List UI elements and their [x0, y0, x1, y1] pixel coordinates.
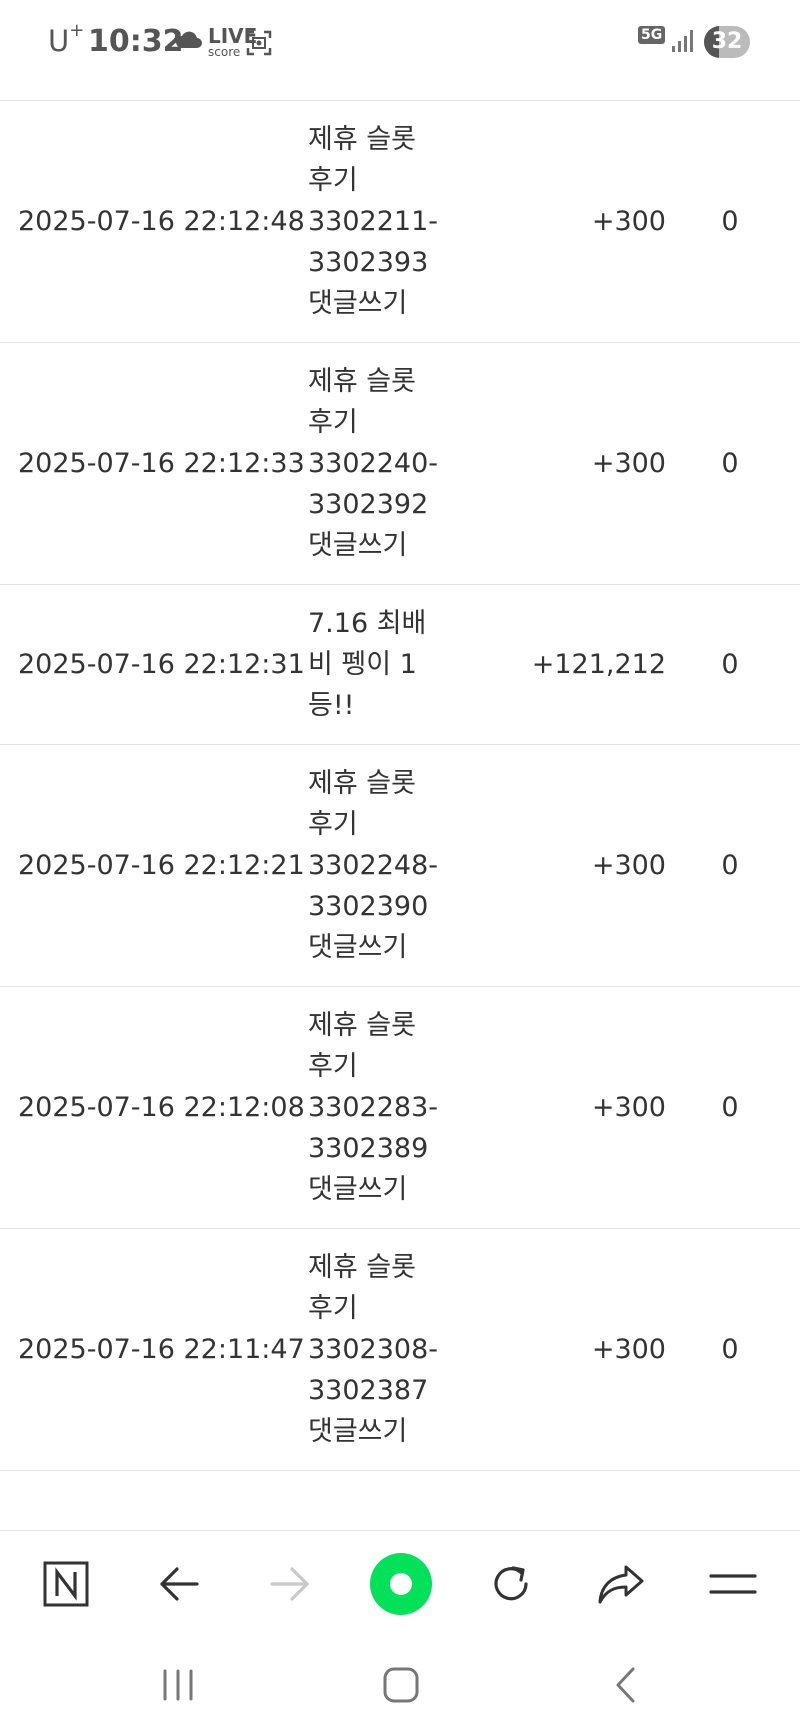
history-description-line: 3302393 [308, 247, 429, 278]
history-description-line: 후기 [308, 407, 358, 438]
history-row: 7.16 최배비 펭이 1 등!! 2025-07-16 22:12:31 +121,… [0, 585, 800, 745]
system-back-button[interactable] [586, 1650, 666, 1720]
recent-apps-icon [163, 1669, 193, 1701]
history-description-line: 3302248- [308, 850, 438, 881]
naver-home-button[interactable] [31, 1549, 101, 1619]
system-navigation-bar [0, 1638, 800, 1734]
history-description-line: 제휴 슬롯 [308, 366, 416, 397]
status-time: 10:32 [88, 24, 184, 59]
history-row: 제휴 슬롯후기 3302248- 3302390 댓글쓰기 2025-07-16 22:… [0, 745, 800, 987]
share-icon [598, 1565, 644, 1604]
history-description-line: 후기 [308, 809, 358, 840]
back-arrow-icon [160, 1567, 199, 1601]
history-description-line: 제휴 슬롯 [308, 1010, 416, 1041]
history-amount: +300 [591, 1334, 666, 1365]
home-icon [383, 1667, 419, 1703]
share-button[interactable] [586, 1549, 656, 1619]
history-date: 2025-07-16 22:12:31 [18, 649, 305, 680]
history-description: 제휴 슬롯후기 3302283- 3302389 댓글쓰기 [308, 987, 438, 1228]
back-icon [616, 1667, 635, 1703]
menu-button[interactable] [698, 1549, 768, 1619]
history-amount: +300 [591, 206, 666, 237]
history-description: 제휴 슬롯후기 3302240- 3302392 댓글쓰기 [308, 343, 438, 584]
history-description-line: 후기 [308, 165, 358, 196]
history-description: 7.16 최배비 펭이 1 등!! [308, 585, 438, 744]
history-description: 제휴 슬롯후기 3302211- 3302393 댓글쓰기 [308, 101, 438, 342]
history-description-line: 3302389 [308, 1133, 429, 1164]
history-balance: 0 [721, 649, 739, 680]
menu-icon [709, 1574, 757, 1594]
signal-icon [672, 30, 693, 52]
cloud-icon [176, 31, 202, 48]
history-description-line: 댓글쓰기 [308, 530, 408, 561]
forward-arrow-icon [270, 1567, 309, 1601]
history-amount: +121,212 [531, 649, 666, 680]
history-description-line: 3302211- [308, 206, 438, 237]
history-balance: 0 [721, 206, 739, 237]
screenshot-icon [246, 30, 272, 56]
recent-apps-button[interactable] [138, 1650, 218, 1720]
history-description-line: 댓글쓰기 [308, 1416, 408, 1447]
history-amount: +300 [591, 1092, 666, 1123]
history-description-line: 3302283- [308, 1092, 438, 1123]
home-button[interactable] [361, 1650, 441, 1720]
history-description-line: 댓글쓰기 [308, 288, 408, 319]
history-description: 제휴 슬롯후기 3302308- 3302387 댓글쓰기 [308, 1229, 438, 1470]
carrier-label: U+ [48, 20, 85, 58]
battery-level: 32 [711, 29, 743, 54]
naver-home-icon [43, 1561, 89, 1607]
reload-button[interactable] [476, 1549, 546, 1619]
history-date: 2025-07-16 22:12:48 [18, 206, 305, 237]
history-balance: 0 [721, 1092, 739, 1123]
history-row: 제휴 슬롯후기 3302240- 3302392 댓글쓰기 2025-07-16 22:… [0, 343, 800, 585]
history-row: 제휴 슬롯후기 3302308- 3302387 댓글쓰기 2025-07-16 22:… [0, 1229, 800, 1471]
history-description-line: 제휴 슬롯 [308, 768, 416, 799]
history-description-line: 후기 [308, 1051, 358, 1082]
history-balance: 0 [721, 1334, 739, 1365]
point-history-list: 제휴 슬롯후기3302186-3302395댓글쓰기2025-07-16 22:… [0, 0, 800, 1530]
history-date: 2025-07-16 22:12:08 [18, 1092, 305, 1123]
history-description-line: 후기 [308, 1293, 358, 1324]
history-description-line: 3302240- [308, 448, 438, 479]
history-description-line: 제휴 슬롯 [308, 124, 416, 155]
history-description-line: 등!! [308, 690, 355, 721]
history-description-line: 7.16 최배 [308, 608, 427, 639]
history-description-line: 3302387 [308, 1375, 429, 1406]
history-description-line: 3302390 [308, 891, 429, 922]
green-dot-button[interactable] [366, 1549, 436, 1619]
history-date: 2025-07-16 22:12:21 [18, 850, 305, 881]
history-rows: 제휴 슬롯후기3302186-3302395댓글쓰기2025-07-16 22:… [0, 0, 800, 1471]
history-balance: 0 [721, 850, 739, 881]
back-button[interactable] [144, 1549, 214, 1619]
battery-icon: 32 [704, 26, 750, 58]
history-row: 제휴 슬롯후기 3302283- 3302389 댓글쓰기 2025-07-16 22:… [0, 987, 800, 1229]
history-description-line: 제휴 슬롯 [308, 1252, 416, 1283]
history-description-line: 3302308- [308, 1334, 438, 1365]
reload-icon [494, 1566, 528, 1601]
network-type-badge: 5G [638, 26, 666, 44]
history-description: 제휴 슬롯후기 3302248- 3302390 댓글쓰기 [308, 745, 438, 986]
green-dot-icon [370, 1553, 432, 1615]
history-description-line: 비 펭이 1 [308, 649, 417, 680]
browser-toolbar [0, 1530, 800, 1638]
history-balance: 0 [721, 448, 739, 479]
history-date: 2025-07-16 22:11:47 [18, 1334, 305, 1365]
history-description-line: 3302392 [308, 489, 429, 520]
history-row: 제휴 슬롯후기 3302211- 3302393 댓글쓰기 2025-07-16 22:… [0, 101, 800, 343]
history-date: 2025-07-16 22:12:33 [18, 448, 305, 479]
history-description-line: 댓글쓰기 [308, 1174, 408, 1205]
status-bar: U+ 10:32 LIVE score 5G 32 [0, 0, 800, 86]
history-amount: +300 [591, 448, 666, 479]
history-description-line: 댓글쓰기 [308, 932, 408, 963]
history-amount: +300 [591, 850, 666, 881]
forward-button[interactable] [255, 1549, 325, 1619]
